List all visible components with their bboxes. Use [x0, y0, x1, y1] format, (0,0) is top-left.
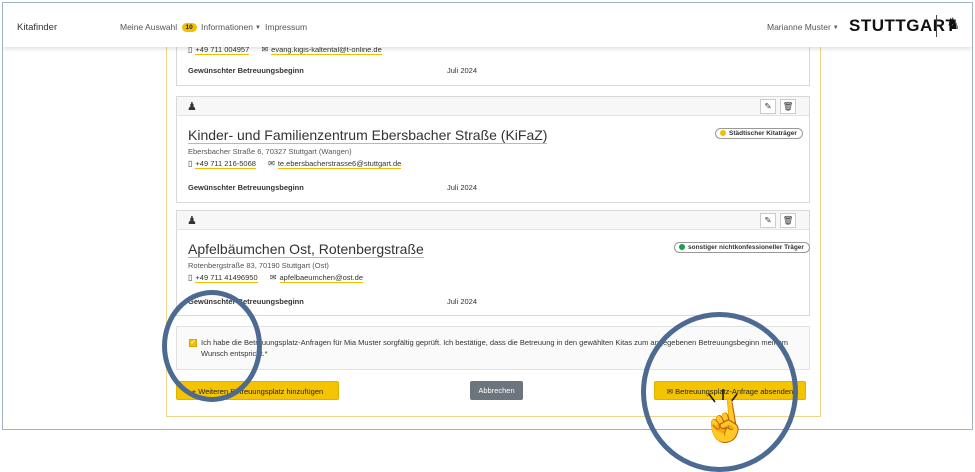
envelope-icon: ✉ — [268, 159, 275, 168]
email-link[interactable]: apfelbaeumchen@ost.de — [279, 273, 364, 283]
provider-label: sonstiger nichtkonfessioneller Träger — [688, 244, 804, 251]
stuttgart-logo[interactable]: STUTTGART — [849, 16, 956, 36]
delete-button[interactable]: 🗑 — [780, 99, 796, 114]
provider-dot — [720, 130, 726, 136]
nav-label: Informationen — [201, 22, 253, 32]
kita-card: ♟ ✎ 🗑 Kinder- und Familienzentrum Ebersb… — [176, 96, 810, 203]
logo-divider — [936, 15, 937, 37]
contact-row: ▯ +49 711 216-5068 ✉ te.ebersbacherstrasse… — [188, 159, 402, 169]
selection-count-badge: 10 — [181, 23, 197, 32]
provider-badge: sonstiger nichtkonfessioneller Träger — [674, 242, 810, 253]
highlight-circle-checkbox — [162, 290, 262, 402]
phone-icon: ▯ — [188, 273, 193, 282]
start-label: Gewünschter Betreuungsbeginn — [188, 66, 304, 75]
child-icon: ♟ — [187, 101, 197, 113]
user-menu[interactable]: Marianne Muster ▼ — [767, 22, 839, 32]
provider-badge: Städtischer Kitaträger — [715, 128, 803, 139]
provider-dot — [679, 244, 685, 250]
hand-pointer-icon: ☝ — [697, 396, 753, 448]
child-icon: ♟ — [187, 215, 197, 227]
app-window: Kitafinder Meine Auswahl 10 Informatione… — [2, 2, 973, 430]
brand-link[interactable]: Kitafinder — [17, 22, 57, 33]
start-value: Juli 2024 — [447, 297, 478, 306]
delete-button[interactable]: 🗑 — [780, 213, 796, 228]
cancel-button[interactable]: Abbrechen — [470, 381, 523, 400]
start-label: Gewünschter Betreuungsbeginn — [188, 183, 304, 192]
edit-button[interactable]: ✎ — [760, 213, 776, 228]
phone-link[interactable]: +49 711 41496950 — [195, 273, 258, 283]
provider-label: Städtischer Kitaträger — [729, 130, 797, 137]
kita-address: Rotenbergstraße 83, 70190 Stuttgart (Ost… — [188, 261, 329, 270]
caret-down-icon: ▼ — [254, 25, 261, 31]
kita-card: ♟ ✎ 🗑 Apfelbäumchen Ost, Rotenbergstraße… — [176, 210, 810, 316]
phone-link[interactable]: +49 711 216-5068 — [195, 159, 256, 169]
kita-address: Ebersbacher Straße 6, 70327 Stuttgart (W… — [188, 147, 352, 156]
contact-row: ▯ +49 711 41496950 ✉ apfelbaeumchen@ost.de — [188, 273, 364, 283]
card-header: ♟ ✎ 🗑 — [177, 97, 809, 116]
nav-label: Meine Auswahl — [120, 22, 178, 32]
nav-informationen[interactable]: Informationen ▼ — [201, 22, 261, 32]
kita-name[interactable]: Kinder- und Familienzentrum Ebersbacher … — [188, 127, 548, 144]
caret-down-icon: ▼ — [832, 25, 839, 31]
navbar: Kitafinder Meine Auswahl 10 Informatione… — [3, 3, 972, 47]
phone-icon: ▯ — [188, 159, 193, 168]
nav-meine-auswahl[interactable]: Meine Auswahl 10 — [120, 22, 197, 32]
nav-impressum[interactable]: Impressum — [265, 22, 307, 32]
stuttgart-horse-icon: ♞ — [946, 16, 961, 33]
card-header: ♟ ✎ 🗑 — [177, 211, 809, 230]
user-name: Marianne Muster — [767, 22, 831, 32]
email-link[interactable]: te.ebersbacherstrasse6@stuttgart.de — [277, 159, 402, 169]
start-value: Juli 2024 — [447, 183, 478, 192]
kita-name[interactable]: Apfelbäumchen Ost, Rotenbergstraße — [188, 241, 424, 258]
start-value: Juli 2024 — [447, 66, 478, 75]
envelope-icon: ✉ — [269, 273, 277, 282]
edit-button[interactable]: ✎ — [760, 99, 776, 114]
